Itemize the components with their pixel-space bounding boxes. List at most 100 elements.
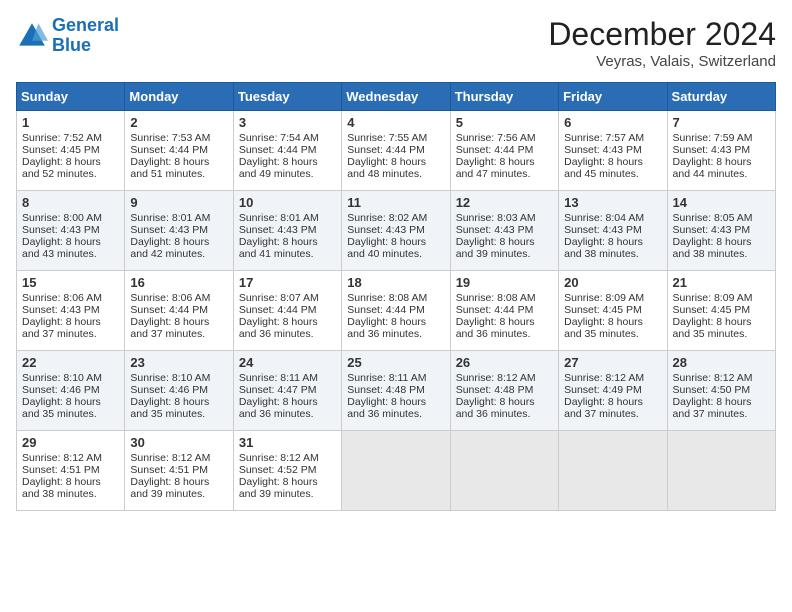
day-number: 2 xyxy=(130,115,227,130)
title-block: December 2024 Veyras, Valais, Switzerlan… xyxy=(548,16,776,70)
day-number: 9 xyxy=(130,195,227,210)
sunrise-text: Sunrise: 7:54 AM xyxy=(239,132,319,144)
calendar-cell: 17Sunrise: 8:07 AMSunset: 4:44 PMDayligh… xyxy=(233,271,341,351)
calendar-cell: 16Sunrise: 8:06 AMSunset: 4:44 PMDayligh… xyxy=(125,271,233,351)
day-number: 19 xyxy=(456,275,553,290)
day-number: 31 xyxy=(239,435,336,450)
daylight-text: Daylight: 8 hours and 36 minutes. xyxy=(239,396,318,420)
calendar-cell: 29Sunrise: 8:12 AMSunset: 4:51 PMDayligh… xyxy=(17,431,125,511)
sunrise-text: Sunrise: 8:05 AM xyxy=(673,212,753,224)
calendar-cell: 26Sunrise: 8:12 AMSunset: 4:48 PMDayligh… xyxy=(450,351,558,431)
sunrise-text: Sunrise: 7:59 AM xyxy=(673,132,753,144)
weekday-header-saturday: Saturday xyxy=(667,83,775,111)
day-number: 23 xyxy=(130,355,227,370)
daylight-text: Daylight: 8 hours and 39 minutes. xyxy=(456,236,535,260)
calendar-cell: 8Sunrise: 8:00 AMSunset: 4:43 PMDaylight… xyxy=(17,191,125,271)
sunset-text: Sunset: 4:51 PM xyxy=(130,464,208,476)
sunrise-text: Sunrise: 8:10 AM xyxy=(22,372,102,384)
sunrise-text: Sunrise: 7:52 AM xyxy=(22,132,102,144)
day-number: 8 xyxy=(22,195,119,210)
sunset-text: Sunset: 4:48 PM xyxy=(456,384,534,396)
daylight-text: Daylight: 8 hours and 35 minutes. xyxy=(130,396,209,420)
sunrise-text: Sunrise: 8:01 AM xyxy=(130,212,210,224)
calendar-cell: 5 Sunrise: 7:56 AMSunset: 4:44 PMDaylight… xyxy=(450,111,558,191)
day-number: 13 xyxy=(564,195,661,210)
daylight-text: Daylight: 8 hours and 45 minutes. xyxy=(564,156,643,180)
calendar-cell: 10Sunrise: 8:01 AMSunset: 4:43 PMDayligh… xyxy=(233,191,341,271)
sunrise-text: Sunrise: 8:09 AM xyxy=(673,292,753,304)
sunrise-text: Sunrise: 8:12 AM xyxy=(673,372,753,384)
day-number: 5 xyxy=(456,115,553,130)
calendar-cell: 12Sunrise: 8:03 AMSunset: 4:43 PMDayligh… xyxy=(450,191,558,271)
sunset-text: Sunset: 4:44 PM xyxy=(456,304,534,316)
sunset-text: Sunset: 4:44 PM xyxy=(347,304,425,316)
sunrise-text: Sunrise: 7:56 AM xyxy=(456,132,536,144)
sunrise-text: Sunrise: 8:06 AM xyxy=(130,292,210,304)
daylight-text: Daylight: 8 hours and 37 minutes. xyxy=(564,396,643,420)
sunset-text: Sunset: 4:43 PM xyxy=(22,304,100,316)
sunset-text: Sunset: 4:44 PM xyxy=(130,304,208,316)
sunrise-text: Sunrise: 8:00 AM xyxy=(22,212,102,224)
weekday-header-monday: Monday xyxy=(125,83,233,111)
sunset-text: Sunset: 4:43 PM xyxy=(564,144,642,156)
daylight-text: Daylight: 8 hours and 47 minutes. xyxy=(456,156,535,180)
daylight-text: Daylight: 8 hours and 35 minutes. xyxy=(22,396,101,420)
sunset-text: Sunset: 4:43 PM xyxy=(673,144,751,156)
calendar-cell: 3Sunrise: 7:54 AMSunset: 4:44 PMDaylight… xyxy=(233,111,341,191)
day-number: 27 xyxy=(564,355,661,370)
logo-icon xyxy=(16,20,48,52)
sunset-text: Sunset: 4:51 PM xyxy=(22,464,100,476)
daylight-text: Daylight: 8 hours and 37 minutes. xyxy=(130,316,209,340)
sunset-text: Sunset: 4:43 PM xyxy=(564,224,642,236)
day-number: 24 xyxy=(239,355,336,370)
day-number: 6 xyxy=(564,115,661,130)
sunrise-text: Sunrise: 8:12 AM xyxy=(456,372,536,384)
sunrise-text: Sunrise: 8:11 AM xyxy=(347,372,426,384)
month-title: December 2024 xyxy=(548,16,776,53)
daylight-text: Daylight: 8 hours and 52 minutes. xyxy=(22,156,101,180)
day-number: 14 xyxy=(673,195,770,210)
day-number: 20 xyxy=(564,275,661,290)
calendar-cell: 2Sunrise: 7:53 AMSunset: 4:44 PMDaylight… xyxy=(125,111,233,191)
calendar-cell: 15Sunrise: 8:06 AMSunset: 4:43 PMDayligh… xyxy=(17,271,125,351)
day-number: 26 xyxy=(456,355,553,370)
sunrise-text: Sunrise: 8:06 AM xyxy=(22,292,102,304)
daylight-text: Daylight: 8 hours and 49 minutes. xyxy=(239,156,318,180)
sunset-text: Sunset: 4:44 PM xyxy=(456,144,534,156)
daylight-text: Daylight: 8 hours and 36 minutes. xyxy=(456,316,535,340)
day-number: 11 xyxy=(347,195,444,210)
calendar-cell xyxy=(667,431,775,511)
calendar-cell: 30Sunrise: 8:12 AMSunset: 4:51 PMDayligh… xyxy=(125,431,233,511)
calendar-cell: 9Sunrise: 8:01 AMSunset: 4:43 PMDaylight… xyxy=(125,191,233,271)
sunrise-text: Sunrise: 8:08 AM xyxy=(347,292,427,304)
sunrise-text: Sunrise: 8:04 AM xyxy=(564,212,644,224)
sunrise-text: Sunrise: 8:12 AM xyxy=(564,372,644,384)
day-number: 28 xyxy=(673,355,770,370)
header: General Blue December 2024 Veyras, Valai… xyxy=(16,16,776,70)
daylight-text: Daylight: 8 hours and 39 minutes. xyxy=(239,476,318,500)
daylight-text: Daylight: 8 hours and 48 minutes. xyxy=(347,156,426,180)
calendar-cell: 4Sunrise: 7:55 AMSunset: 4:44 PMDaylight… xyxy=(342,111,450,191)
location-title: Veyras, Valais, Switzerland xyxy=(548,53,776,70)
weekday-header-tuesday: Tuesday xyxy=(233,83,341,111)
calendar-cell: 20Sunrise: 8:09 AMSunset: 4:45 PMDayligh… xyxy=(559,271,667,351)
sunset-text: Sunset: 4:49 PM xyxy=(564,384,642,396)
sunset-text: Sunset: 4:48 PM xyxy=(347,384,425,396)
sunrise-text: Sunrise: 7:53 AM xyxy=(130,132,210,144)
daylight-text: Daylight: 8 hours and 35 minutes. xyxy=(673,316,752,340)
sunset-text: Sunset: 4:52 PM xyxy=(239,464,317,476)
day-number: 29 xyxy=(22,435,119,450)
weekday-header-wednesday: Wednesday xyxy=(342,83,450,111)
calendar-cell: 11Sunrise: 8:02 AMSunset: 4:43 PMDayligh… xyxy=(342,191,450,271)
daylight-text: Daylight: 8 hours and 36 minutes. xyxy=(347,396,426,420)
calendar-cell: 24Sunrise: 8:11 AMSunset: 4:47 PMDayligh… xyxy=(233,351,341,431)
calendar-cell: 14Sunrise: 8:05 AMSunset: 4:43 PMDayligh… xyxy=(667,191,775,271)
sunrise-text: Sunrise: 8:01 AM xyxy=(239,212,319,224)
sunset-text: Sunset: 4:44 PM xyxy=(239,144,317,156)
sunset-text: Sunset: 4:46 PM xyxy=(22,384,100,396)
sunset-text: Sunset: 4:44 PM xyxy=(130,144,208,156)
calendar-cell: 19Sunrise: 8:08 AMSunset: 4:44 PMDayligh… xyxy=(450,271,558,351)
daylight-text: Daylight: 8 hours and 38 minutes. xyxy=(673,236,752,260)
calendar-cell: 31Sunrise: 8:12 AMSunset: 4:52 PMDayligh… xyxy=(233,431,341,511)
sunset-text: Sunset: 4:43 PM xyxy=(239,224,317,236)
